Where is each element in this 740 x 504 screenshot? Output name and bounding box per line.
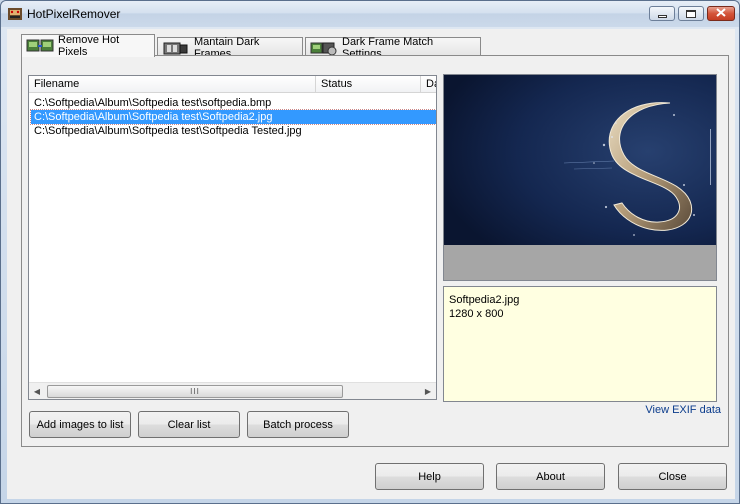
photos-icon [26, 38, 54, 54]
tab-mantain-dark-frames[interactable]: Mantain Dark Frames [157, 36, 303, 60]
image-dimensions: 1280 x 800 [449, 308, 504, 320]
scroll-left-icon[interactable]: ◀ [32, 386, 42, 397]
column-header-filename[interactable]: Filename [29, 76, 316, 93]
tab-panel-remove-hot-pixels: Filename Status Da C:\Softpedia\Album\So… [21, 55, 729, 447]
preview-image [444, 75, 716, 280]
list-item[interactable]: C:\Softpedia\Album\Softpedia test\Softpe… [31, 124, 436, 138]
tab-dark-frame-match-settings[interactable]: Dark Frame Match Settings [305, 36, 481, 60]
film-icon [162, 40, 190, 56]
tab-remove-hot-pixels[interactable]: Remove Hot Pixels [21, 34, 155, 58]
maximize-icon [686, 9, 696, 18]
horizontal-scrollbar[interactable]: ◀ III ▶ [29, 382, 436, 399]
scrollbar-thumb[interactable]: III [47, 385, 343, 398]
image-filename: Softpedia2.jpg [449, 294, 520, 306]
minimize-icon [657, 14, 667, 18]
column-header-status[interactable]: Status [316, 76, 421, 93]
title-bar[interactable]: HotPixelRemover [1, 1, 739, 27]
app-window: HotPixelRemover Remove Hot Pixels Mantai… [0, 0, 740, 504]
file-list[interactable]: Filename Status Da C:\Softpedia\Album\So… [28, 75, 437, 400]
close-button[interactable]: Close [618, 463, 727, 490]
batch-process-button[interactable]: Batch process [247, 411, 349, 438]
column-header-date[interactable]: Da [421, 76, 436, 93]
close-icon [716, 7, 726, 20]
app-icon [7, 6, 23, 22]
image-info-panel: Softpedia2.jpg 1280 x 800 [443, 286, 717, 402]
maximize-button[interactable] [678, 6, 704, 21]
scroll-right-icon[interactable]: ▶ [423, 386, 433, 397]
photos-settings-icon [310, 40, 338, 56]
add-images-button[interactable]: Add images to list [29, 411, 131, 438]
about-button[interactable]: About [496, 463, 605, 490]
client-area: Remove Hot Pixels Mantain Dark Frames Da… [7, 29, 735, 499]
view-exif-link[interactable]: View EXIF data [645, 404, 721, 416]
grip-icon: III [190, 387, 200, 396]
minimize-button[interactable] [649, 6, 675, 21]
list-header: Filename Status Da [29, 76, 436, 93]
window-title: HotPixelRemover [27, 7, 121, 21]
tab-label: Remove Hot Pixels [58, 34, 120, 58]
help-button[interactable]: Help [375, 463, 484, 490]
clear-list-button[interactable]: Clear list [138, 411, 240, 438]
list-item-selected[interactable]: C:\Softpedia\Album\Softpedia test\Softpe… [30, 109, 436, 125]
list-item[interactable]: C:\Softpedia\Album\Softpedia test\softpe… [31, 96, 436, 110]
close-window-button[interactable] [707, 6, 735, 21]
image-preview [443, 74, 717, 281]
